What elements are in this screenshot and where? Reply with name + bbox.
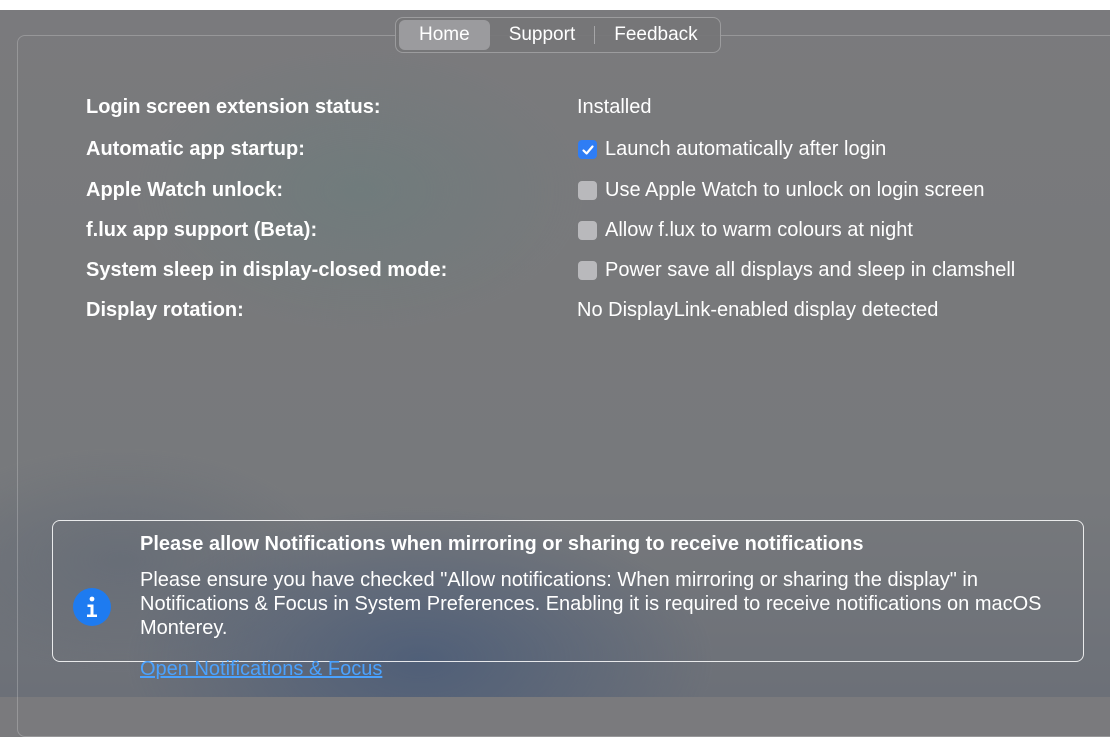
display-rotation-label: Display rotation: [86, 299, 244, 321]
launch-automatically-label: Launch automatically after login [605, 138, 887, 160]
login-extension-status-value: Installed [577, 96, 652, 118]
checkmark-icon [581, 144, 594, 155]
system-sleep-label: System sleep in display-closed mode: [86, 259, 448, 281]
notice-title: Please allow Notifications when mirrorin… [140, 533, 864, 555]
flux-support-checkbox[interactable] [578, 221, 597, 240]
system-sleep-option-label: Power save all displays and sleep in cla… [605, 259, 1016, 281]
login-extension-status-label: Login screen extension status: [86, 96, 381, 118]
apple-watch-unlock-checkbox[interactable] [578, 181, 597, 200]
tab-bar: Home Support Feedback [395, 17, 721, 53]
display-rotation-value: No DisplayLink-enabled display detected [577, 299, 939, 321]
notice-body: Please ensure you have checked "Allow no… [140, 569, 1042, 639]
tab-feedback[interactable]: Feedback [595, 20, 716, 50]
launch-automatically-checkbox-row[interactable]: Launch automatically after login [578, 138, 886, 161]
apple-watch-unlock-label: Apple Watch unlock: [86, 179, 284, 201]
launch-automatically-checkbox[interactable] [578, 140, 597, 159]
apple-watch-unlock-checkbox-row[interactable]: Use Apple Watch to unlock on login scree… [578, 179, 984, 202]
open-notifications-link[interactable]: Open Notifications & Focus [140, 658, 382, 681]
system-sleep-checkbox-row[interactable]: Power save all displays and sleep in cla… [578, 259, 1015, 282]
flux-support-checkbox-row[interactable]: Allow f.lux to warm colours at night [578, 219, 913, 242]
tab-home[interactable]: Home [399, 20, 490, 50]
tab-support[interactable]: Support [490, 20, 595, 50]
flux-support-label: f.lux app support (Beta): [86, 219, 318, 241]
system-sleep-checkbox[interactable] [578, 261, 597, 280]
automatic-startup-label: Automatic app startup: [86, 138, 305, 160]
apple-watch-unlock-option-label: Use Apple Watch to unlock on login scree… [605, 179, 985, 201]
window-top-edge [0, 0, 1110, 10]
flux-support-option-label: Allow f.lux to warm colours at night [605, 219, 913, 241]
info-icon [73, 588, 111, 626]
